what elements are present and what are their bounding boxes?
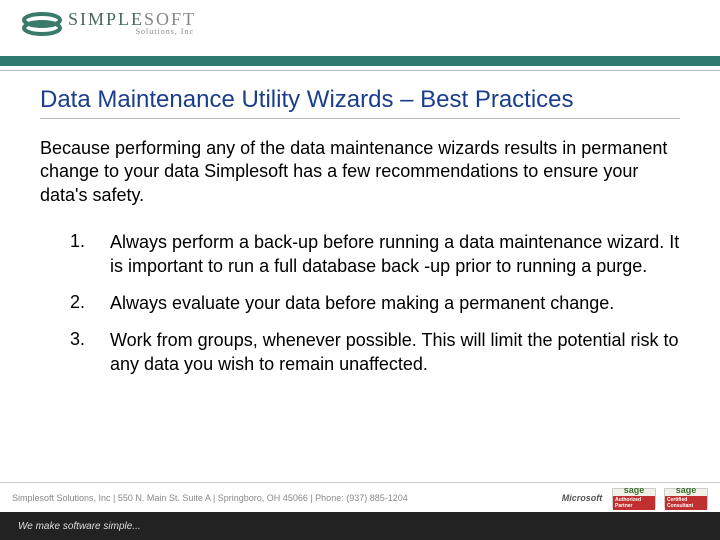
list-item: 3. Work from groups, whenever possible. … [70,329,680,376]
content-area: Data Maintenance Utility Wizards – Best … [0,56,720,376]
list-text: Work from groups, whenever possible. Thi… [110,329,680,376]
footer-info-bar: Simplesoft Solutions, Inc | 550 N. Main … [0,482,720,512]
footer-tagline-bar: We make software simple... [0,512,720,540]
list-item: 1. Always perform a back-up before runni… [70,231,680,278]
list-text: Always evaluate your data before making … [110,292,680,315]
logo-icon [22,8,62,38]
footer-tagline: We make software simple... [18,521,141,532]
partner-logos: Microsoft sage Authorized Partner sage C… [560,488,708,508]
sage-certified-logo: sage Certified Consultant [664,488,708,508]
page-title: Data Maintenance Utility Wizards – Best … [40,86,680,119]
header-divider [0,70,720,71]
header-accent-bar [0,56,720,66]
intro-paragraph: Because performing any of the data maint… [40,137,680,207]
list-number: 3. [70,329,110,376]
recommendations-list: 1. Always perform a back-up before runni… [40,231,680,376]
company-name: SIMPLESOFT [68,10,196,28]
footer: Simplesoft Solutions, Inc | 550 N. Main … [0,482,720,540]
list-number: 2. [70,292,110,315]
header: SIMPLESOFT Solutions, Inc [0,0,720,56]
footer-contact: Simplesoft Solutions, Inc | 550 N. Main … [12,493,408,503]
microsoft-logo: Microsoft [560,488,604,508]
company-subtitle: Solutions, Inc [68,28,196,36]
list-item: 2. Always evaluate your data before maki… [70,292,680,315]
sage-authorized-logo: sage Authorized Partner [612,488,656,508]
list-text: Always perform a back-up before running … [110,231,680,278]
logo: SIMPLESOFT Solutions, Inc [22,8,720,38]
list-number: 1. [70,231,110,278]
